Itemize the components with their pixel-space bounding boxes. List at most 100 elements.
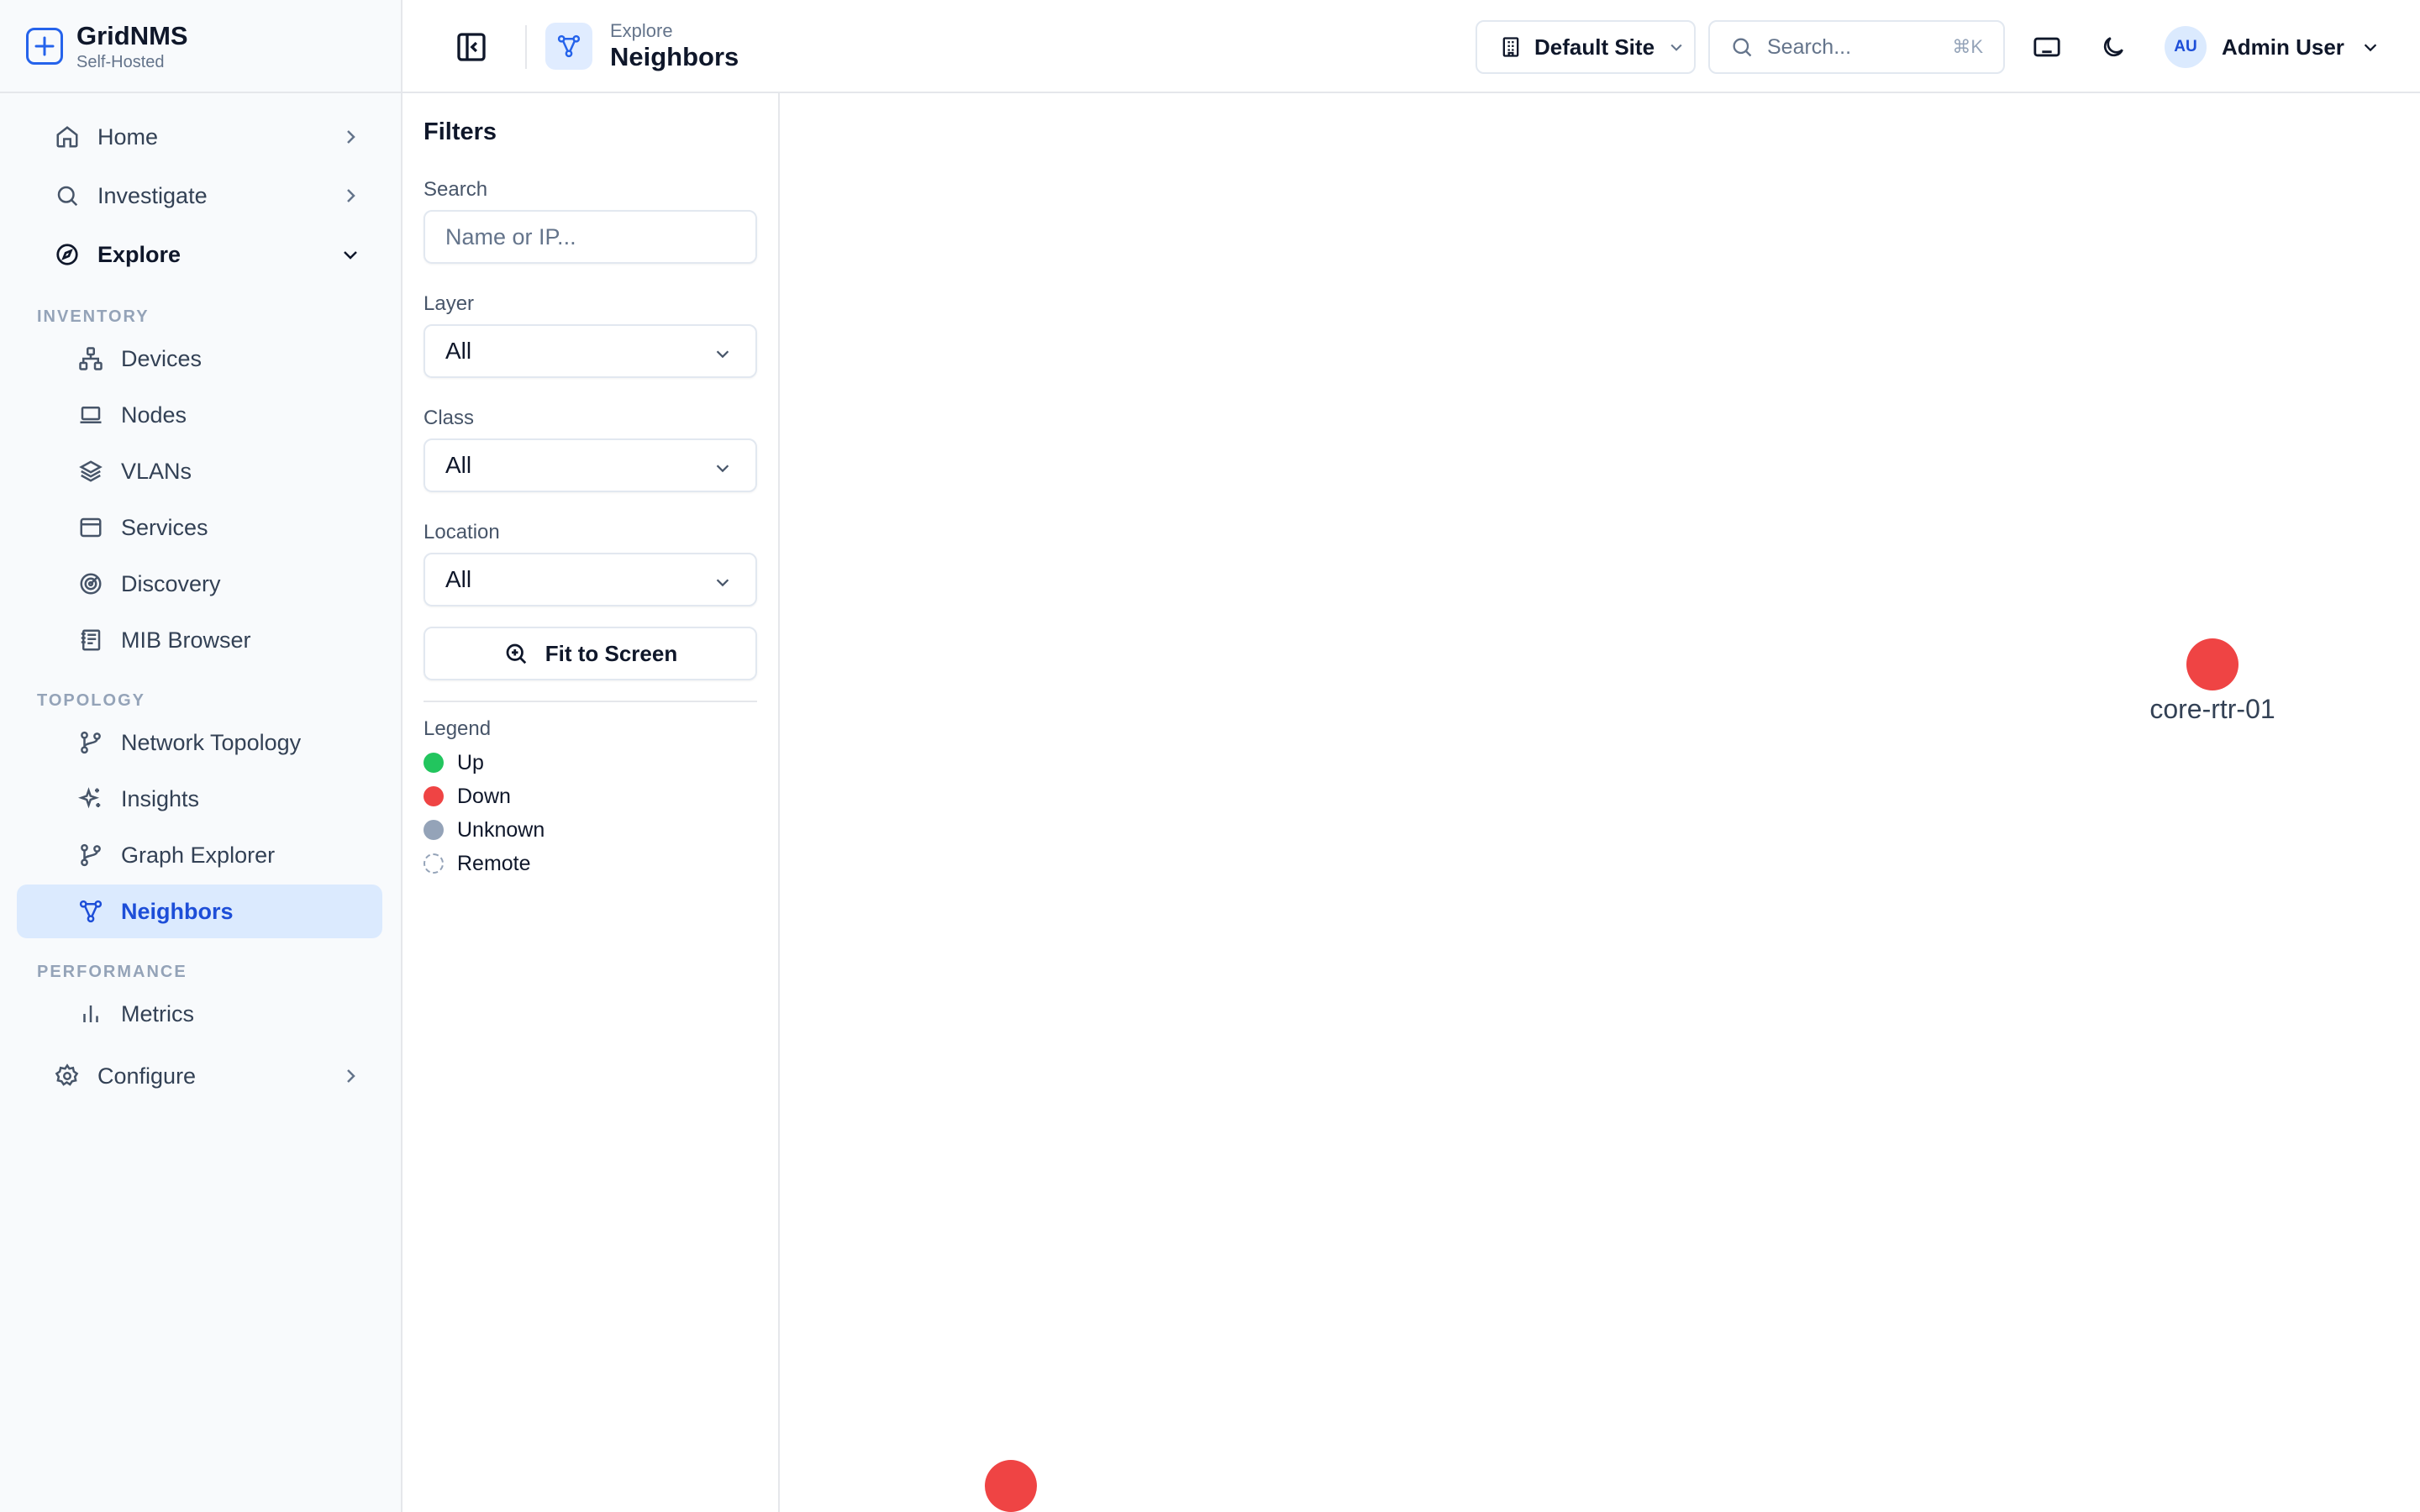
legend-item-down: Down bbox=[424, 780, 778, 813]
location-filter-label: Location bbox=[424, 521, 500, 543]
legend-label: Unknown bbox=[457, 817, 545, 842]
sidebar-item-label: Metrics bbox=[121, 1000, 194, 1026]
main-nav: Home Investigate Explore INVENTORY Devic… bbox=[0, 93, 401, 1105]
zoom-in-icon bbox=[506, 643, 526, 664]
search-icon bbox=[1733, 38, 1752, 57]
layer-select[interactable]: All bbox=[424, 324, 757, 378]
nav-explore[interactable]: Explore bbox=[17, 226, 384, 283]
gear-icon bbox=[54, 1063, 81, 1089]
graph-node-label: core-rtr-01 bbox=[2149, 694, 2275, 724]
nav-investigate-label: Investigate bbox=[97, 182, 208, 208]
legend-title: Legend bbox=[424, 717, 492, 740]
filters-title: Filters bbox=[424, 118, 497, 145]
avatar: AU bbox=[2165, 26, 2207, 68]
header-divider bbox=[525, 25, 527, 69]
sidebar-item-services[interactable]: Services bbox=[17, 501, 382, 554]
status-dot-unknown bbox=[424, 820, 444, 840]
location-select-value: All bbox=[445, 566, 472, 592]
sidebar-item-label: Services bbox=[121, 514, 208, 540]
sparkles-icon bbox=[77, 785, 104, 812]
sidebar-item-vlans[interactable]: VLANs bbox=[17, 444, 382, 498]
sidebar-item-label: VLANs bbox=[121, 458, 192, 484]
keyboard-icon[interactable] bbox=[2030, 30, 2064, 64]
brand[interactable]: GridNMS Self-Hosted bbox=[0, 0, 401, 93]
sidebar-item-label: Discovery bbox=[121, 570, 221, 596]
legend-item-unknown: Unknown bbox=[424, 813, 778, 847]
user-menu[interactable]: AU Admin User bbox=[2165, 24, 2380, 71]
class-select-value: All bbox=[445, 452, 472, 478]
sidebar-item-label: Neighbors bbox=[121, 898, 234, 924]
fit-to-screen-button[interactable]: Fit to Screen bbox=[424, 627, 757, 680]
status-dot-up bbox=[424, 753, 444, 773]
git-branch-icon bbox=[77, 729, 104, 756]
nav-home[interactable]: Home bbox=[17, 108, 384, 165]
section-performance: PERFORMANCE bbox=[37, 963, 187, 981]
sidebar-toggle-icon[interactable] bbox=[455, 30, 488, 64]
window-icon bbox=[77, 514, 104, 541]
sidebar-item-neighbors[interactable]: Neighbors bbox=[17, 885, 382, 938]
sidebar: GridNMS Self-Hosted Home Investigate Exp… bbox=[0, 0, 402, 1512]
sidebar-item-mib-browser[interactable]: MIB Browser bbox=[17, 613, 382, 667]
sidebar-item-insights[interactable]: Insights bbox=[17, 772, 382, 826]
status-dot-down bbox=[424, 786, 444, 806]
legend: Up Down Unknown Remote bbox=[424, 746, 778, 880]
chevron-down-icon bbox=[1670, 44, 1682, 51]
network-icon bbox=[545, 23, 592, 70]
search-icon bbox=[54, 182, 81, 209]
status-dot-remote bbox=[424, 853, 444, 874]
sidebar-item-nodes[interactable]: Nodes bbox=[17, 388, 382, 442]
layer-select-value: All bbox=[445, 338, 472, 364]
site-selector-label: Default Site bbox=[1534, 34, 1655, 60]
search-placeholder: Search... bbox=[1767, 34, 1852, 59]
home-icon bbox=[54, 123, 81, 150]
chevron-down-icon bbox=[716, 350, 729, 359]
book-icon bbox=[77, 627, 104, 654]
building-icon bbox=[1502, 37, 1519, 57]
chevron-right-icon bbox=[347, 130, 355, 144]
compass-icon bbox=[54, 241, 81, 268]
legend-label: Remote bbox=[457, 851, 531, 875]
nav-home-label: Home bbox=[97, 123, 159, 150]
chevron-down-icon bbox=[716, 465, 729, 473]
sidebar-item-devices[interactable]: Devices bbox=[17, 332, 382, 386]
section-inventory: INVENTORY bbox=[37, 307, 150, 326]
chevron-right-icon bbox=[347, 189, 355, 202]
top-header: Explore Neighbors Default Site Search...… bbox=[402, 0, 2420, 93]
location-select[interactable]: All bbox=[424, 553, 757, 606]
graph-node-core-rtr-01[interactable] bbox=[2186, 638, 2238, 690]
moon-icon[interactable] bbox=[2096, 30, 2130, 64]
sidebar-item-discovery[interactable]: Discovery bbox=[17, 557, 382, 611]
neighbors-graph-canvas[interactable]: core-rtr-01 bbox=[780, 93, 2420, 1512]
class-select[interactable]: All bbox=[424, 438, 757, 492]
sidebar-item-network-topology[interactable]: Network Topology bbox=[17, 716, 382, 769]
breadcrumb-parent[interactable]: Explore bbox=[610, 20, 739, 42]
sidebar-item-graph-explorer[interactable]: Graph Explorer bbox=[17, 828, 382, 882]
fit-to-screen-label: Fit to Screen bbox=[544, 640, 678, 666]
nav-configure[interactable]: Configure bbox=[17, 1047, 384, 1105]
network-icon bbox=[77, 898, 104, 925]
sidebar-item-label: Graph Explorer bbox=[121, 842, 276, 868]
global-search-input[interactable]: Search... ⌘K bbox=[1708, 20, 2005, 74]
legend-label: Up bbox=[457, 750, 484, 774]
app-logo-icon bbox=[26, 27, 63, 65]
user-name: Admin User bbox=[2222, 34, 2344, 60]
sidebar-item-label: Network Topology bbox=[121, 729, 302, 755]
legend-item-remote: Remote bbox=[424, 847, 778, 880]
filters-panel: Filters Search Name or IP... Layer All C… bbox=[402, 93, 780, 1512]
sidebar-item-metrics[interactable]: Metrics bbox=[17, 987, 382, 1041]
graph-node[interactable] bbox=[985, 1460, 1037, 1512]
nav-explore-label: Explore bbox=[97, 241, 182, 267]
page-title: Neighbors bbox=[610, 42, 739, 71]
chevron-down-icon bbox=[344, 251, 357, 260]
sitemap-icon bbox=[77, 345, 104, 372]
layers-icon bbox=[77, 458, 104, 485]
sidebar-item-label: MIB Browser bbox=[121, 627, 251, 653]
site-selector[interactable]: Default Site bbox=[1476, 20, 1696, 74]
chevron-right-icon bbox=[347, 1069, 355, 1083]
layer-filter-label: Layer bbox=[424, 292, 475, 315]
nav-investigate[interactable]: Investigate bbox=[17, 167, 384, 224]
search-filter-input[interactable]: Name or IP... bbox=[424, 210, 757, 264]
sidebar-item-label: Nodes bbox=[121, 402, 187, 428]
app-name: GridNMS bbox=[76, 20, 188, 50]
divider bbox=[424, 701, 757, 702]
